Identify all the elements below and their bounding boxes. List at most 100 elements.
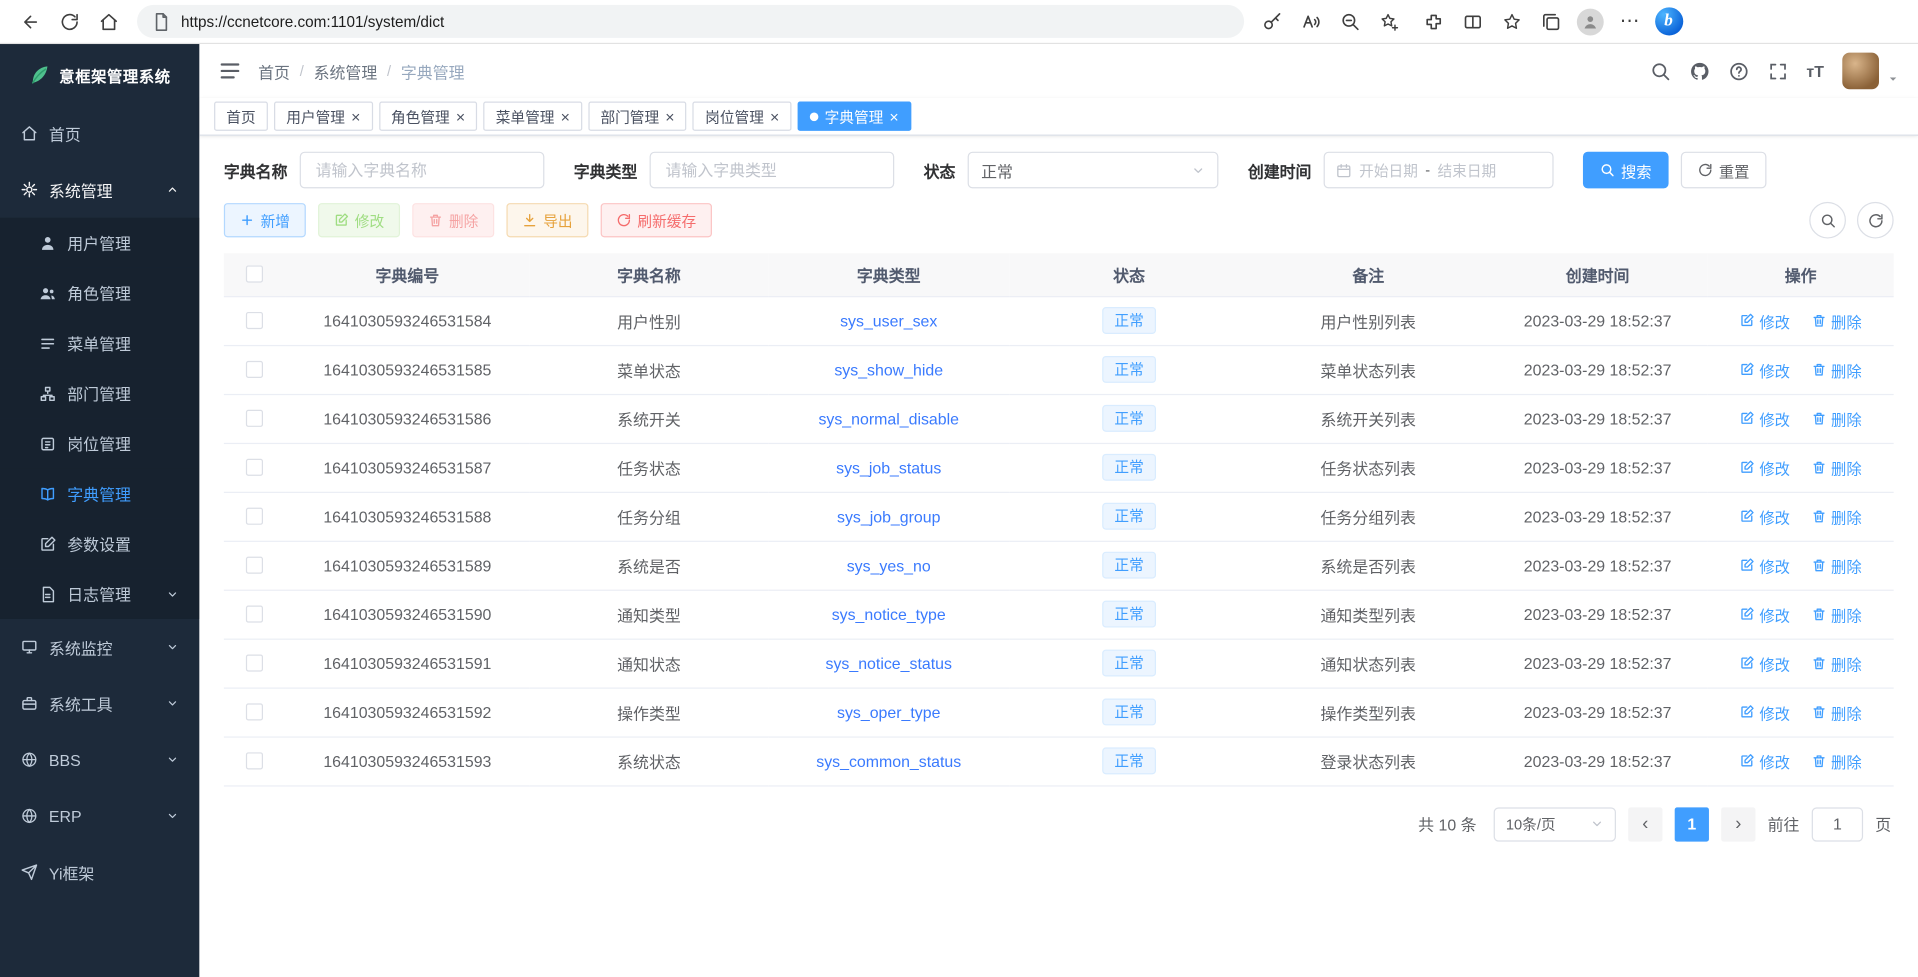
browser-refresh-button[interactable] [51,4,88,38]
sidebar-item-log-mgmt[interactable]: 日志管理 [0,569,199,619]
dict-type-link[interactable]: sys_job_group [837,507,940,525]
row-edit-button[interactable]: 修改 [1740,602,1790,625]
browser-menu-button[interactable]: ⋯ [1611,4,1648,38]
browser-profile-button[interactable] [1572,4,1609,38]
row-edit-button[interactable]: 修改 [1740,700,1790,723]
row-delete-button[interactable]: 删除 [1811,505,1861,528]
sidebar-item-dict-mgmt[interactable]: 字典管理 [0,469,199,519]
github-button[interactable] [1689,61,1710,82]
tab-close-icon[interactable]: × [351,108,360,124]
row-delete-button[interactable]: 删除 [1811,602,1861,625]
row-checkbox[interactable] [246,606,263,623]
row-edit-button[interactable]: 修改 [1740,749,1790,772]
prev-page-button[interactable]: ‹ [1628,807,1662,841]
breadcrumb-home[interactable]: 首页 [258,59,290,82]
row-checkbox[interactable] [246,508,263,525]
favorites-button[interactable] [1494,4,1531,38]
dict-type-link[interactable]: sys_oper_type [837,703,940,721]
tab-dept-mgmt[interactable]: 部门管理 × [588,102,687,131]
user-avatar[interactable] [1842,53,1879,90]
sidebar-item-menu-mgmt[interactable]: 菜单管理 [0,318,199,368]
dict-type-link[interactable]: sys_job_status [836,458,941,476]
address-bar[interactable]: https://ccnetcore.com:1101/system/dict [137,5,1244,38]
row-checkbox[interactable] [246,459,263,476]
sidebar-item-bbs[interactable]: BBS [0,732,199,788]
delete-button[interactable]: 删除 [412,203,494,237]
search-button[interactable]: 搜索 [1583,152,1669,189]
row-checkbox[interactable] [246,312,263,329]
row-edit-button[interactable]: 修改 [1740,407,1790,430]
row-checkbox[interactable] [246,410,263,427]
bing-chat-button[interactable]: b [1650,4,1687,38]
row-checkbox[interactable] [246,557,263,574]
status-select[interactable]: 正常 [968,152,1219,189]
tab-role-mgmt[interactable]: 角色管理 × [379,102,478,131]
row-edit-button[interactable]: 修改 [1740,651,1790,674]
tab-close-icon[interactable]: × [770,108,779,124]
dict-type-link[interactable]: sys_yes_no [847,556,931,574]
row-delete-button[interactable]: 删除 [1811,651,1861,674]
row-checkbox[interactable] [246,752,263,769]
tab-dict-mgmt[interactable]: 字典管理 × [798,102,911,131]
sidebar-item-param-settings[interactable]: 参数设置 [0,519,199,569]
row-delete-button[interactable]: 删除 [1811,309,1861,332]
sidebar-item-system[interactable]: 系统管理 [0,161,199,217]
row-edit-button[interactable]: 修改 [1740,358,1790,381]
dict-type-input[interactable] [650,152,895,189]
tab-menu-mgmt[interactable]: 菜单管理 × [483,102,582,131]
split-screen-button[interactable] [1455,4,1492,38]
sidebar-item-role-mgmt[interactable]: 角色管理 [0,268,199,318]
font-size-button[interactable]: тT [1806,62,1824,80]
sidebar-item-home[interactable]: 首页 [0,105,199,161]
row-checkbox[interactable] [246,703,263,720]
row-checkbox[interactable] [246,654,263,671]
row-delete-button[interactable]: 删除 [1811,358,1861,381]
add-button[interactable]: 新增 [224,203,306,237]
reset-button[interactable]: 重置 [1681,152,1767,189]
row-edit-button[interactable]: 修改 [1740,554,1790,577]
help-button[interactable] [1728,61,1749,82]
dict-type-link[interactable]: sys_notice_type [832,605,946,623]
site-info-icon[interactable] [152,12,172,32]
sidebar-collapse-button[interactable] [219,60,241,82]
sidebar-item-yi-framework[interactable]: Yi框架 [0,844,199,900]
fullscreen-button[interactable] [1767,61,1788,82]
dict-type-link[interactable]: sys_show_hide [834,360,943,378]
collections-button[interactable] [1533,4,1570,38]
password-key-button[interactable] [1254,4,1291,38]
sidebar-item-monitor[interactable]: 系统监控 [0,619,199,675]
avatar-caret-icon[interactable] [1888,73,1899,84]
tab-close-icon[interactable]: × [665,108,674,124]
edit-button[interactable]: 修改 [318,203,400,237]
extensions-button[interactable] [1415,4,1452,38]
tab-post-mgmt[interactable]: 岗位管理 × [693,102,792,131]
sidebar-item-post-mgmt[interactable]: 岗位管理 [0,418,199,468]
next-page-button[interactable]: › [1721,807,1755,841]
sidebar-item-user-mgmt[interactable]: 用户管理 [0,218,199,268]
row-delete-button[interactable]: 删除 [1811,749,1861,772]
row-delete-button[interactable]: 删除 [1811,407,1861,430]
tab-close-icon[interactable]: × [456,108,465,124]
toggle-search-button[interactable] [1809,202,1846,239]
row-edit-button[interactable]: 修改 [1740,309,1790,332]
dict-name-input[interactable] [300,152,545,189]
tab-close-icon[interactable]: × [889,108,898,124]
refresh-cache-button[interactable]: 刷新缓存 [601,203,712,237]
row-checkbox[interactable] [246,361,263,378]
dict-type-link[interactable]: sys_user_sex [840,311,937,329]
select-all-checkbox[interactable] [246,266,263,283]
sidebar-item-dept-mgmt[interactable]: 部门管理 [0,368,199,418]
date-range-picker[interactable]: 开始日期 - 结束日期 [1324,152,1554,189]
header-search-button[interactable] [1650,61,1671,82]
tab-close-icon[interactable]: × [561,108,570,124]
tab-home[interactable]: 首页 [214,102,268,131]
page-size-select[interactable]: 10条/页 [1494,807,1616,841]
export-button[interactable]: 导出 [507,203,589,237]
tab-user-mgmt[interactable]: 用户管理 × [274,102,373,131]
sidebar-item-tools[interactable]: 系统工具 [0,675,199,731]
dict-type-link[interactable]: sys_normal_disable [818,409,959,427]
row-edit-button[interactable]: 修改 [1740,505,1790,528]
row-delete-button[interactable]: 删除 [1811,554,1861,577]
dict-type-link[interactable]: sys_common_status [816,752,961,770]
row-delete-button[interactable]: 删除 [1811,456,1861,479]
